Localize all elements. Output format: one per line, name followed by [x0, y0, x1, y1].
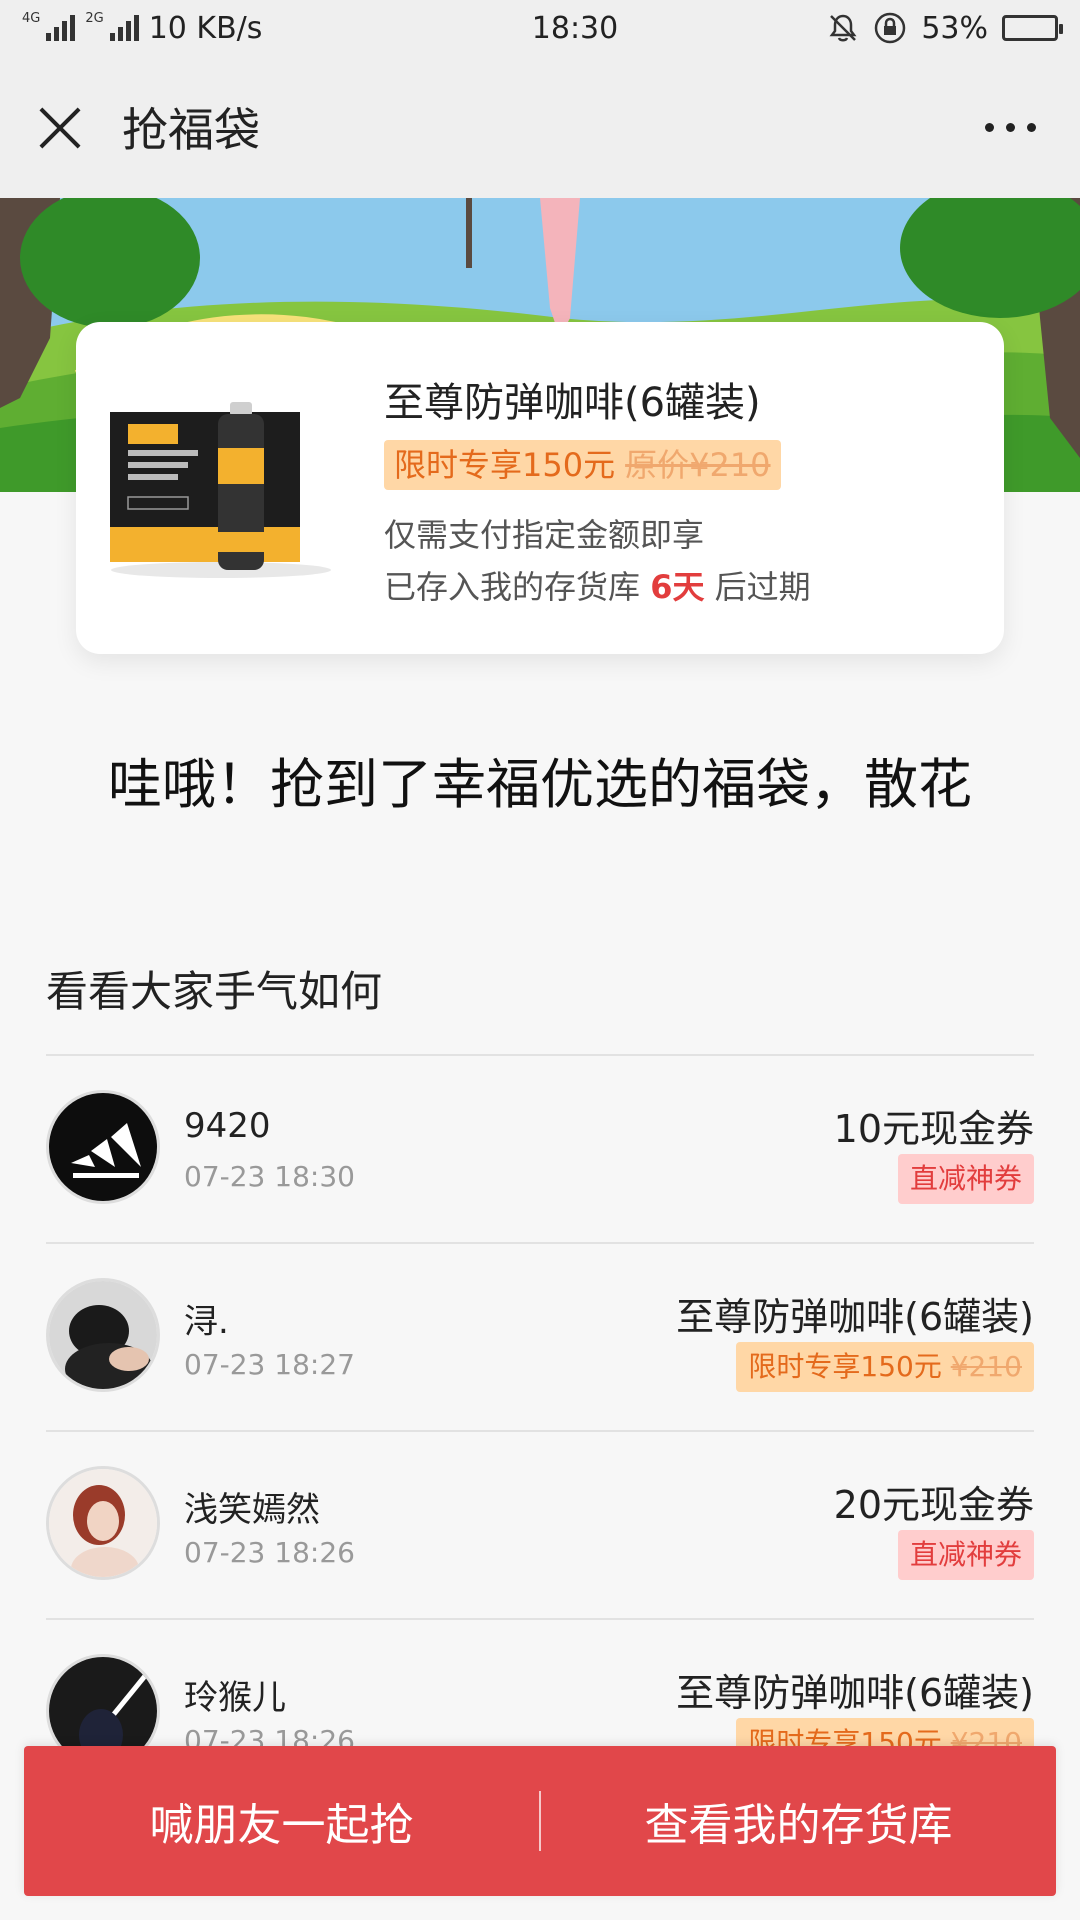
list-item[interactable]: 9420 07-23 18:30 10元现金券 直减神券 [46, 1054, 1034, 1242]
product-card[interactable]: 至尊防弹咖啡(6罐装) 限时专享150元 原价¥210 仅需支付指定金额即享 已… [76, 322, 1004, 654]
user-name: 9420 [184, 1106, 271, 1146]
product-image [110, 402, 331, 578]
user-name: 浔. [184, 1302, 229, 1342]
original-price: 原价¥210 [625, 446, 771, 484]
network-type-label-2: 2G [85, 10, 104, 26]
rotation-lock-icon [875, 12, 906, 44]
prize-label: 至尊防弹咖啡(6罐装) [676, 1671, 1034, 1715]
promo-badge-label: 限时专享150元 [748, 1350, 942, 1383]
promo-badge-original: ¥210 [950, 1350, 1022, 1383]
prize-label: 20元现金券 [833, 1483, 1034, 1527]
section-title: 看看大家手气如何 [46, 967, 383, 1016]
page-title: 抢福袋 [122, 103, 260, 157]
user-name: 玲猴儿 [184, 1678, 286, 1718]
list-item[interactable]: 浔. 07-23 18:27 至尊防弹咖啡(6罐装) 限时专享150元 ¥210 [46, 1242, 1034, 1430]
prize-label: 至尊防弹咖啡(6罐装) [676, 1295, 1034, 1339]
timestamp: 07-23 18:26 [184, 1536, 355, 1569]
battery-icon [1002, 15, 1063, 41]
avatar[interactable] [46, 1466, 160, 1580]
records-list: 9420 07-23 18:30 10元现金券 直减神券 浔. 07-23 18… [46, 1054, 1034, 1806]
clock: 18:30 [531, 10, 619, 46]
network-type-label: 4G [22, 10, 41, 26]
expiry-suffix: 后过期 [714, 568, 811, 606]
battery-percent: 53% [921, 10, 988, 46]
nav-bar: 抢福袋 [0, 56, 1080, 198]
avatar[interactable] [46, 1090, 160, 1204]
status-bar: 4G 2G 10 KB/s 18:30 53% [0, 0, 1080, 56]
coupon-badge: 直减神券 [897, 1530, 1034, 1580]
status-left: 4G 2G 10 KB/s [22, 11, 442, 46]
coupon-badge: 直减神券 [897, 1154, 1034, 1204]
invite-friends-button[interactable]: 喊朋友一起抢 [24, 1789, 539, 1853]
timestamp: 07-23 18:27 [184, 1348, 355, 1381]
network-speed: 10 KB/s [148, 10, 263, 46]
avatar[interactable] [46, 1278, 160, 1392]
product-name: 至尊防弹咖啡(6罐装) [384, 380, 761, 426]
expiry-note: 已存入我的存货库 6天 后过期 [384, 562, 811, 608]
mute-bell-icon [829, 14, 857, 42]
signal-icon-2 [109, 15, 139, 41]
status-right: 53% [758, 10, 1063, 46]
expiry-days: 6天 [650, 568, 705, 606]
timestamp: 07-23 18:30 [184, 1160, 355, 1193]
user-name: 浅笑嫣然 [184, 1490, 320, 1530]
view-inventory-button[interactable]: 查看我的存货库 [541, 1789, 1056, 1853]
price-tag: 限时专享150元 原价¥210 [384, 440, 781, 490]
prize-label: 10元现金券 [833, 1107, 1034, 1151]
congrats-headline: 哇哦！抢到了幸福优选的福袋，散花 [108, 753, 972, 816]
expiry-prefix: 已存入我的存货库 [384, 568, 641, 606]
close-icon[interactable] [36, 103, 84, 151]
list-item[interactable]: 浅笑嫣然 07-23 18:26 20元现金券 直减神券 [46, 1430, 1034, 1618]
promo-price: 限时专享150元 [394, 446, 616, 484]
signal-icon [46, 15, 76, 41]
bottom-action-bar: 喊朋友一起抢 查看我的存货库 [24, 1746, 1056, 1896]
promo-badge: 限时专享150元 ¥210 [736, 1342, 1034, 1392]
payment-note: 仅需支付指定金额即享 [384, 516, 705, 554]
more-options-icon[interactable] [985, 122, 1036, 132]
